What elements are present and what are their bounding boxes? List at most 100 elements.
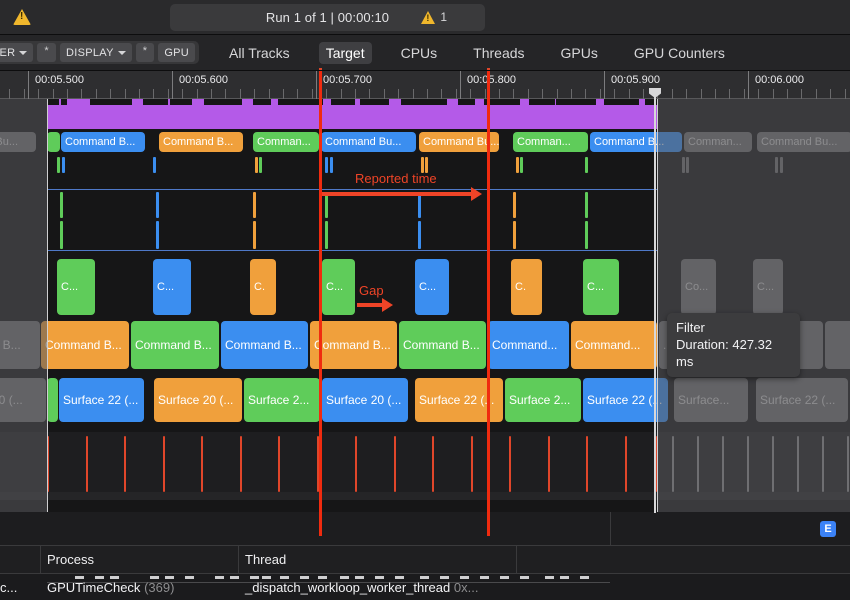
surface-chip[interactable]: Surface 20 (...	[154, 378, 242, 422]
timing-tick	[124, 436, 126, 492]
command-buffer-chip[interactable]	[47, 132, 60, 152]
marker-tick[interactable]	[253, 221, 256, 249]
ruler-minor-tick	[773, 89, 774, 99]
process-name: GPUTimeCheck	[47, 580, 140, 595]
command-buffer-chip[interactable]: Command B...	[159, 132, 243, 152]
command-buffer-chip[interactable]: Command B...	[61, 132, 145, 152]
marker-tick[interactable]	[60, 192, 63, 218]
mini-event-dash	[480, 576, 489, 579]
playhead-marker[interactable]	[319, 71, 322, 536]
marker-tick[interactable]	[60, 221, 63, 249]
wide-command-chip[interactable]: Command B...	[131, 321, 219, 369]
surface-chip[interactable]: Surface 2...	[505, 378, 581, 422]
wide-command-chip[interactable]: Command...	[571, 321, 657, 369]
bar-chip[interactable]: C.	[250, 259, 276, 315]
command-buffer-chip[interactable]: Comman...	[253, 132, 319, 152]
ruler-minor-tick	[384, 89, 385, 99]
bar-chip[interactable]: C...	[57, 259, 95, 315]
marker-tick[interactable]	[156, 192, 159, 218]
tab-target[interactable]: Target	[319, 42, 372, 64]
cell-prefix: c...	[0, 580, 17, 595]
marker-tick[interactable]	[418, 221, 421, 249]
gap-arrow-line	[357, 303, 384, 307]
wide-command-chip[interactable]: Command...	[488, 321, 569, 369]
ruler-minor-tick	[398, 89, 399, 99]
mini-event-dash	[262, 576, 271, 579]
marker-tick[interactable]	[325, 221, 328, 249]
marker-tick[interactable]	[253, 192, 256, 218]
run-status-pill[interactable]: Run 1 of 1 | 00:00:10 1	[170, 4, 485, 31]
display-asterisk-button[interactable]: *	[136, 43, 155, 62]
playhead-marker[interactable]	[487, 71, 490, 536]
tab-cpus[interactable]: CPUs	[394, 42, 445, 64]
ruler-label: 00:05.900	[611, 74, 660, 86]
ruler-minor-tick	[643, 89, 644, 99]
column-divider[interactable]	[40, 546, 41, 574]
command-buffer-chip[interactable]: Comman...	[513, 132, 588, 152]
timeline-ruler[interactable]: 00:05.50000:05.60000:05.70000:05.80000:0…	[0, 71, 850, 99]
command-buffer-chip[interactable]: Command Bu...	[321, 132, 416, 152]
waveform-notch	[529, 99, 555, 105]
timeline-scrubber[interactable]	[649, 88, 663, 513]
tab-gpus[interactable]: GPUs	[554, 42, 605, 64]
surface-chip[interactable]: Surface 20 (...	[322, 378, 408, 422]
tab-threads[interactable]: Threads	[466, 42, 531, 64]
gpu-button[interactable]: GPU	[158, 43, 195, 62]
ruler-minor-tick	[168, 89, 169, 99]
timing-tick	[394, 436, 396, 492]
warning-triangle-icon[interactable]	[13, 9, 31, 25]
tab-all-tracks[interactable]: All Tracks	[222, 42, 297, 64]
marker-tick[interactable]	[585, 221, 588, 249]
marker-tick[interactable]	[513, 221, 516, 249]
mini-event-dash	[300, 576, 309, 579]
warning-badge-group[interactable]: 1	[421, 10, 447, 24]
run-status-text: Run 1 of 1 | 00:00:10	[266, 10, 389, 25]
waveform-notch	[204, 99, 242, 105]
surface-chip-label: Surface 20 (...	[158, 393, 233, 407]
bar-chip[interactable]: C...	[583, 259, 619, 315]
column-divider[interactable]	[516, 546, 517, 574]
ruler-minor-tick	[715, 89, 716, 99]
ruler-minor-tick	[585, 89, 586, 99]
ruler-major-tick	[172, 71, 173, 99]
driver-asterisk-button[interactable]: *	[37, 43, 56, 62]
wide-command-chip[interactable]: Command B...	[399, 321, 486, 369]
ruler-minor-tick	[758, 89, 759, 99]
wide-command-chip[interactable]: Command B...	[310, 321, 397, 369]
display-dropdown[interactable]: DISPLAY	[60, 43, 132, 62]
wide-command-chip[interactable]: Command B...	[41, 321, 129, 369]
marker-tick[interactable]	[156, 221, 159, 249]
ruler-minor-tick	[672, 89, 673, 99]
surface-chip[interactable]	[47, 378, 58, 422]
ruler-major-tick	[460, 71, 461, 99]
ruler-minor-tick	[787, 89, 788, 99]
track-canvas[interactable]: and Bu...Command B...Command B...Comman.…	[0, 99, 850, 512]
marker-tick[interactable]	[513, 192, 516, 218]
bar-chip[interactable]: C...	[415, 259, 449, 315]
ruler-minor-tick	[139, 89, 140, 99]
bar-chip[interactable]: C...	[153, 259, 191, 315]
marker-tick[interactable]	[585, 192, 588, 218]
driver-dropdown[interactable]: DRIVER	[0, 43, 33, 62]
ruler-minor-tick	[355, 89, 356, 99]
bar-chip[interactable]: C...	[322, 259, 355, 315]
ruler-major-tick	[28, 71, 29, 99]
mini-event-dash	[420, 576, 429, 579]
command-buffer-chip-label: Command B...	[163, 136, 233, 148]
selection-edge-left[interactable]	[47, 99, 48, 512]
ruler-minor-tick	[211, 89, 212, 99]
wide-command-chip[interactable]: Command B...	[221, 321, 308, 369]
surface-chip[interactable]: Surface 2...	[244, 378, 320, 422]
surface-chip[interactable]: Surface 22 (...	[59, 378, 144, 422]
extension-badge[interactable]: E	[820, 521, 836, 537]
ruler-minor-tick	[110, 89, 111, 99]
column-header-thread[interactable]: Thread	[245, 552, 286, 567]
table-row[interactable]: c... GPUTimeCheck (369) _dispatch_worklo…	[0, 574, 850, 600]
instruments-timeline-window: Run 1 of 1 | 00:00:10 1 DRIVER * DISPLAY…	[0, 0, 850, 600]
ruler-minor-tick	[485, 89, 486, 99]
mini-event-dash	[375, 576, 384, 579]
column-header-process[interactable]: Process	[47, 552, 94, 567]
tab-gpu-counters[interactable]: GPU Counters	[627, 42, 732, 64]
bar-chip[interactable]: C.	[511, 259, 542, 315]
column-divider[interactable]	[238, 546, 239, 574]
